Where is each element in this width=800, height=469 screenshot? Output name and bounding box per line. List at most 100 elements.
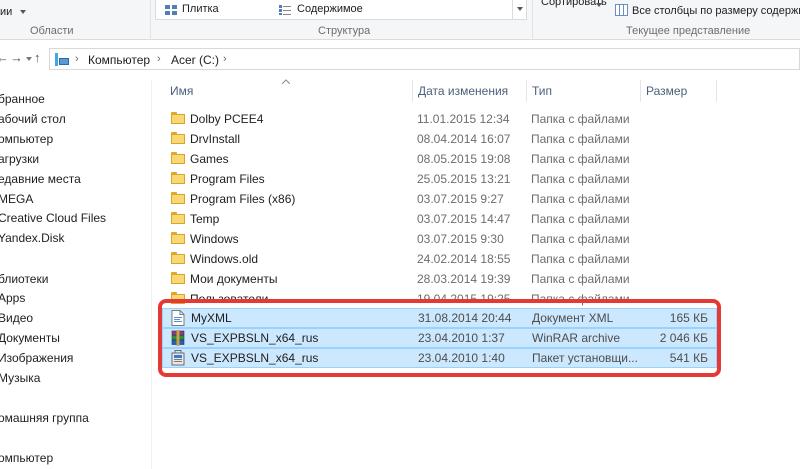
column-divider[interactable] (526, 80, 527, 102)
sort-ascending-icon (282, 79, 290, 84)
file-name: Windows (190, 232, 239, 246)
file-row[interactable]: Program Files (x86) 03.07.2015 9:27 Папк… (162, 189, 717, 209)
file-type: Папка с файлами (531, 212, 630, 226)
folder-icon (171, 132, 185, 144)
tile-view-option[interactable]: Плитка (182, 3, 219, 15)
folder-icon (171, 152, 185, 164)
folder-icon (171, 192, 185, 204)
file-date: 08.04.2014 16:07 (417, 132, 511, 146)
folder-icon (171, 112, 185, 124)
ribbon-group-separator (532, 0, 533, 40)
file-name: Dolby PCEE4 (190, 112, 264, 126)
file-row[interactable]: Мои документы 28.03.2014 19:39 Папка с ф… (162, 269, 717, 289)
file-date: 24.02.2014 18:55 (417, 252, 511, 266)
file-row[interactable]: Dolby PCEE4 11.01.2015 12:34 Папка с фай… (162, 109, 717, 129)
file-date: 11.01.2015 12:34 (417, 112, 510, 126)
file-name: Мои документы (190, 272, 278, 286)
computer-icon (55, 53, 69, 66)
nav-item-video[interactable]: Видео (0, 311, 33, 325)
nav-item-yandex-disk[interactable]: Yandex.Disk (0, 231, 64, 245)
file-type: Папка с файлами (531, 172, 630, 186)
content-view-icon (279, 5, 291, 15)
file-date: 25.05.2015 13:21 (417, 172, 511, 186)
file-row[interactable]: Windows.old 24.02.2014 18:55 Папка с фай… (162, 249, 717, 269)
breadcrumb-separator[interactable]: › (75, 53, 79, 65)
file-name: Windows.old (190, 252, 259, 266)
nav-item-downloads[interactable]: агрузки (0, 152, 39, 166)
file-date: 08.05.2015 19:08 (417, 152, 511, 166)
breadcrumb-separator[interactable]: › (157, 53, 161, 65)
file-type: Папка с файлами (531, 272, 630, 286)
recent-locations-icon[interactable] (26, 57, 32, 61)
address-bar[interactable]: › Компьютер › Acer (C:) › (49, 48, 800, 70)
nav-item-computer[interactable]: омпьютер (0, 132, 53, 146)
file-type: Папка с файлами (531, 112, 630, 126)
file-name: Temp (190, 212, 220, 226)
column-divider[interactable] (716, 80, 717, 102)
file-row[interactable]: Temp 03.07.2015 14:47 Папка с файлами (162, 209, 717, 229)
file-name: Program Files (x86) (190, 192, 296, 206)
gallery-more-icon[interactable] (512, 0, 526, 19)
nav-item-homegroup[interactable]: омашняя группа (0, 411, 89, 425)
content-view-option[interactable]: Содержимое (297, 3, 363, 15)
dropdown-arrow-icon[interactable] (20, 10, 26, 14)
folder-icon (171, 172, 185, 184)
file-date: 03.07.2015 9:30 (417, 232, 504, 246)
file-type: Папка с файлами (531, 232, 630, 246)
nav-item-pictures[interactable]: Изображения (0, 351, 73, 365)
column-divider[interactable] (412, 80, 413, 102)
nav-item-apps[interactable]: Apps (0, 291, 25, 305)
breadcrumb-separator[interactable]: › (223, 53, 227, 65)
file-date: 03.07.2015 14:47 (417, 212, 511, 226)
ribbon-group-separator (150, 0, 151, 40)
column-header-size[interactable]: Размер (646, 84, 687, 98)
file-type: Папка с файлами (531, 252, 630, 266)
navigation-pane: бранное абочий стол омпьютер агрузки еда… (0, 80, 152, 469)
breadcrumb-drive-c[interactable]: Acer (C:) (171, 53, 219, 67)
nav-item-favorites[interactable]: бранное (0, 92, 45, 106)
nav-item-libraries[interactable]: блиотеки (0, 272, 48, 286)
file-row[interactable]: DrvInstall 08.04.2014 16:07 Папка с файл… (162, 129, 717, 149)
nav-item-documents[interactable]: Документы (0, 331, 60, 345)
ribbon: ии Плитка Содержимое Сортировать Все сто… (0, 0, 800, 40)
forward-button[interactable]: → (10, 50, 23, 65)
folder-icon (171, 232, 185, 244)
column-header-date[interactable]: Дата изменения (418, 84, 508, 98)
fit-columns-icon (615, 4, 628, 16)
up-button[interactable]: ↑ (34, 50, 41, 65)
file-name: Program Files (190, 172, 265, 186)
nav-item-music[interactable]: Музыка (0, 371, 40, 385)
column-header-name[interactable]: Имя (170, 84, 193, 98)
file-row[interactable]: Games 08.05.2015 19:08 Папка с файлами (162, 149, 717, 169)
back-button[interactable]: ← (0, 50, 9, 65)
file-row[interactable]: Windows 03.07.2015 9:30 Папка с файлами (162, 229, 717, 249)
file-type: Папка с файлами (531, 132, 630, 146)
nav-item-computer-2[interactable]: омпьютер (0, 451, 53, 465)
nav-item-desktop[interactable]: абочий стол (0, 112, 66, 126)
group-label-areas: Области (30, 25, 74, 37)
nav-item-mega[interactable]: MEGA (0, 192, 33, 206)
file-type: Папка с файлами (531, 192, 630, 206)
file-row[interactable]: Program Files 25.05.2015 13:21 Папка с ф… (162, 169, 717, 189)
nav-item-recent-places[interactable]: едавние места (0, 172, 81, 186)
selection-highlight-annotation (158, 299, 721, 377)
navigation-bar: ← → ↑ › Компьютер › Acer (C:) › (0, 44, 800, 72)
group-label-current-view: Текущее представление (626, 25, 751, 37)
file-name: DrvInstall (190, 132, 241, 146)
fit-columns-button[interactable]: Все столбцы по размеру содержимого (632, 5, 800, 17)
folder-icon (171, 252, 185, 264)
breadcrumb-computer[interactable]: Компьютер (88, 53, 150, 67)
nav-item-creative-cloud[interactable]: Creative Cloud Files (0, 211, 106, 225)
file-name: Games (190, 152, 229, 166)
file-type: Папка с файлами (531, 152, 630, 166)
column-divider[interactable] (640, 80, 641, 102)
folder-icon (171, 272, 185, 284)
view-menu-partial[interactable]: ии (0, 6, 12, 18)
sort-dropdown-icon[interactable] (596, 3, 602, 7)
column-header-type[interactable]: Тип (532, 84, 552, 98)
tiles-icon (165, 5, 177, 15)
folder-icon (171, 212, 185, 224)
file-date: 03.07.2015 9:27 (417, 192, 504, 206)
file-date: 28.03.2014 19:39 (417, 272, 511, 286)
group-label-structure: Структура (318, 25, 371, 37)
